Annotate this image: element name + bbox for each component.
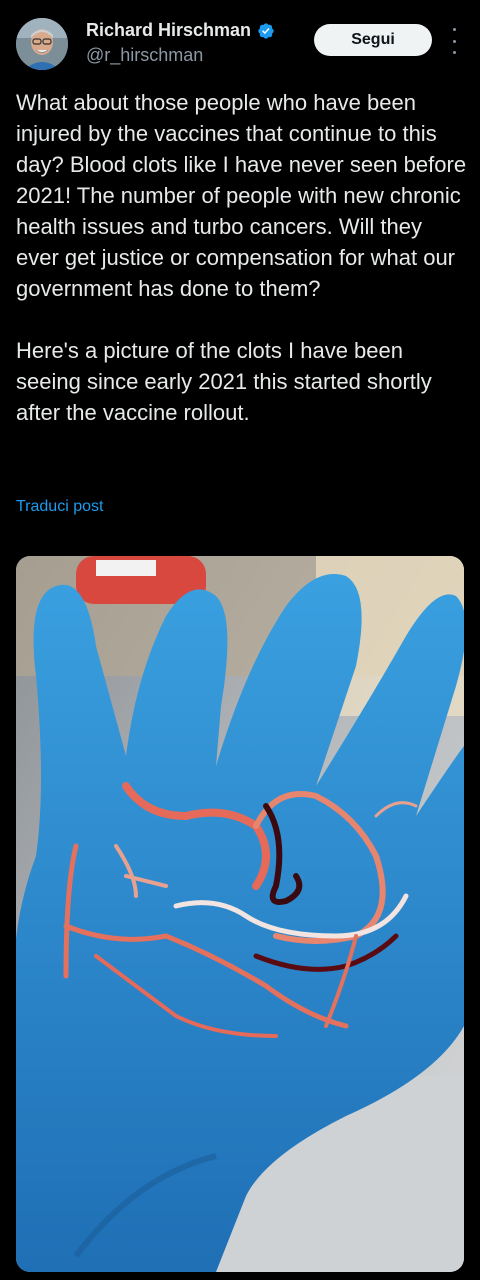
handle[interactable]: @r_hirschman <box>86 45 203 66</box>
follow-button[interactable]: Segui <box>314 24 432 56</box>
post-text: What about those people who have been in… <box>16 87 468 428</box>
post-image[interactable] <box>16 556 464 1272</box>
avatar[interactable] <box>16 18 68 70</box>
post-paragraph: What about those people who have been in… <box>16 90 467 301</box>
translate-post-link[interactable]: Traduci post <box>16 498 103 516</box>
verified-badge-icon <box>257 22 275 40</box>
name-row: Richard Hirschman <box>86 20 275 41</box>
post-header: Richard Hirschman @r_hirschman Segui <box>0 0 480 90</box>
more-options-icon[interactable] <box>446 28 462 54</box>
post-paragraph: Here's a picture of the clots I have bee… <box>16 338 432 425</box>
display-name[interactable]: Richard Hirschman <box>86 20 251 41</box>
